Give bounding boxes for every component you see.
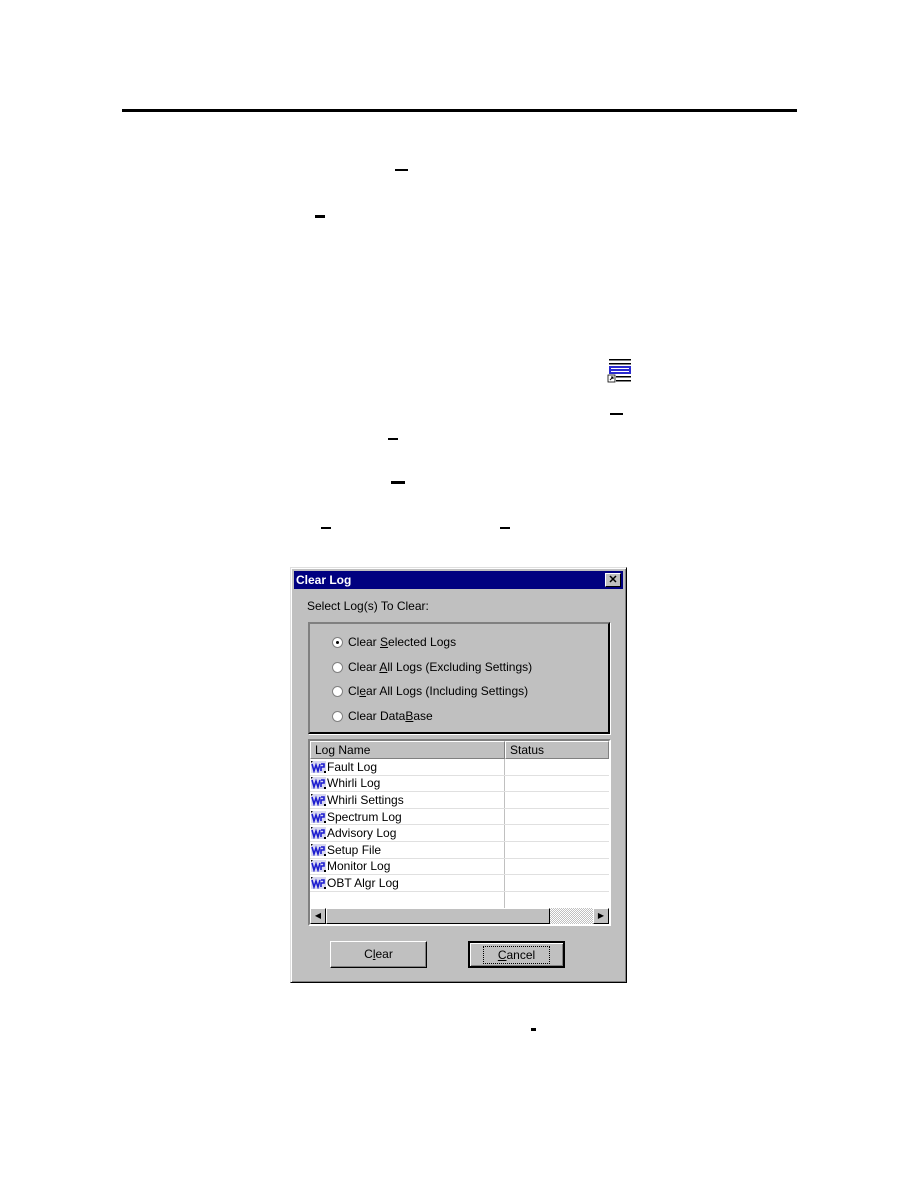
log-shortcut-icon (607, 356, 633, 383)
table-row[interactable]: Advisory Log (310, 825, 609, 842)
radio-label: Clear Selected Logs (348, 635, 457, 649)
select-logs-label: Select Log(s) To Clear: (307, 599, 429, 613)
clear-log-dialog: Clear Log ✕ Select Log(s) To Clear: Clea… (290, 567, 627, 983)
radio-indicator (332, 636, 343, 648)
underline-mark (395, 169, 408, 171)
cell-status (505, 776, 609, 792)
scroll-right-button[interactable]: ▶ (593, 908, 609, 924)
close-button[interactable]: ✕ (605, 573, 621, 587)
arrow-left-icon: ◀ (314, 911, 322, 920)
log-file-icon (311, 793, 326, 806)
log-list: Log Name Status Fault Log Whirli Log Whirl… (308, 739, 611, 926)
radio-label: Clear All Logs (Excluding Settings) (348, 660, 533, 674)
log-name-text: Advisory Log (327, 826, 397, 841)
radio-label: Clear DataBase (348, 709, 433, 723)
radio-clear-all-including-settings[interactable]: Clear All Logs (Including Settings) (332, 684, 528, 698)
scroll-thumb[interactable] (326, 908, 551, 924)
cell-log-name: Monitor Log (310, 858, 505, 875)
scroll-left-button[interactable]: ◀ (310, 908, 326, 924)
clear-options-group: Clear Selected Logs Clear All Logs (Excl… (308, 622, 610, 734)
underline-mark (500, 527, 510, 529)
log-name-text: Monitor Log (327, 859, 391, 874)
cell-log-name: Spectrum Log (310, 808, 505, 825)
horizontal-scrollbar[interactable]: ◀ ▶ (310, 908, 609, 924)
dialog-title: Clear Log (296, 573, 352, 587)
radio-clear-selected-logs[interactable]: Clear Selected Logs (332, 635, 456, 649)
page-header-rule (122, 109, 797, 112)
column-header-log-name[interactable]: Log Name (310, 741, 505, 759)
cell-status (505, 792, 609, 808)
cell-status (505, 842, 609, 858)
radio-label: Clear All Logs (Including Settings) (348, 684, 529, 698)
log-file-icon (311, 760, 326, 773)
table-row[interactable]: OBT Algr Log (310, 875, 609, 892)
table-row[interactable]: Setup File (310, 841, 609, 859)
log-name-text: Spectrum Log (327, 809, 402, 824)
dialog-titlebar: Clear Log ✕ (294, 571, 623, 589)
underline-mark (531, 1028, 536, 1031)
underline-mark (321, 527, 331, 529)
table-row[interactable]: Monitor Log (310, 858, 609, 876)
underline-mark (315, 215, 325, 218)
table-row[interactable]: Fault Log (310, 759, 609, 776)
radio-clear-all-excluding-settings[interactable]: Clear All Logs (Excluding Settings) (332, 660, 532, 674)
scroll-track[interactable] (326, 908, 593, 924)
cell-log-name: Whirli Settings (310, 792, 505, 808)
log-file-icon (311, 860, 326, 873)
cell-status (505, 809, 609, 825)
table-row[interactable]: Spectrum Log (310, 808, 609, 826)
cell-log-name: Whirli Log (310, 775, 505, 792)
cancel-button[interactable]: Cancel (468, 941, 565, 968)
cell-log-name: OBT Algr Log (310, 875, 505, 891)
close-icon: ✕ (608, 574, 618, 586)
arrow-right-icon: ▶ (597, 911, 605, 920)
radio-indicator (332, 685, 343, 697)
underline-mark (610, 413, 623, 415)
list-header: Log Name Status (310, 741, 609, 759)
log-file-icon (311, 777, 326, 790)
cell-status (505, 759, 609, 775)
underline-mark (391, 481, 405, 484)
cell-log-name: Advisory Log (310, 825, 505, 841)
clear-button[interactable]: Clear (330, 941, 427, 968)
cell-log-name: Fault Log (310, 759, 505, 775)
log-name-text: Setup File (327, 842, 382, 857)
log-file-icon (311, 843, 326, 856)
cell-status (505, 825, 609, 841)
cell-log-name: Setup File (310, 841, 505, 858)
underline-mark (388, 438, 398, 440)
log-name-text: OBT Algr Log (327, 875, 399, 890)
column-header-status[interactable]: Status (505, 741, 609, 759)
log-name-text: Fault Log (327, 759, 378, 774)
log-file-icon (311, 810, 326, 823)
radio-clear-database[interactable]: Clear DataBase (332, 709, 433, 723)
cell-status (505, 875, 609, 891)
radio-indicator (332, 661, 343, 673)
log-name-text: Whirli Log (327, 776, 381, 791)
radio-indicator (332, 710, 343, 722)
log-file-icon (311, 876, 326, 889)
cell-status (505, 859, 609, 875)
log-file-icon (311, 827, 326, 840)
log-name-text: Whirli Settings (327, 792, 404, 807)
table-row[interactable]: Whirli Settings (310, 792, 609, 809)
table-row[interactable]: Whirli Log (310, 775, 609, 793)
